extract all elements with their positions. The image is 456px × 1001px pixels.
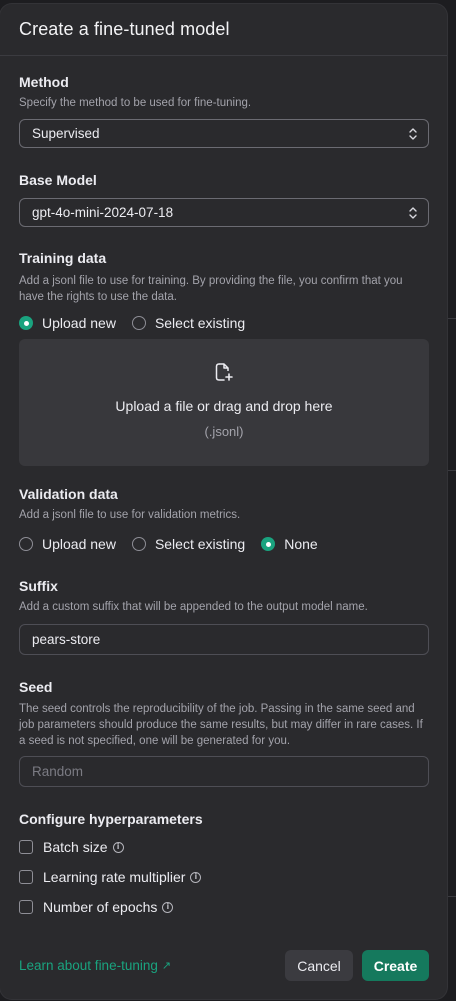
- dialog-title: Create a fine-tuned model: [19, 19, 230, 39]
- training-data-description: Add a jsonl file to use for training. By…: [19, 275, 403, 303]
- suffix-label: Suffix: [19, 578, 58, 594]
- add-file-icon: [215, 363, 233, 381]
- info-icon[interactable]: i: [162, 901, 174, 913]
- method-section: Method Specify the method to be used for…: [19, 74, 429, 148]
- dialog-header: Create a fine-tuned model: [0, 4, 447, 56]
- learning-rate-multiplier-option[interactable]: Learning rate multiplier i: [19, 869, 202, 885]
- seed-label: Seed: [19, 679, 53, 695]
- number-of-epochs-option[interactable]: Number of epochs i: [19, 899, 174, 915]
- base-model-select[interactable]: gpt-4o-mini-2024-07-18: [19, 198, 429, 227]
- radio-selected[interactable]: [261, 537, 276, 551]
- suffix-input[interactable]: pears-store: [19, 624, 429, 655]
- link-label: Learn about fine-tuning: [19, 958, 158, 973]
- training-select-existing-option[interactable]: Select existing: [131, 315, 246, 331]
- info-icon[interactable]: i: [190, 871, 202, 883]
- chevron-up-down-icon: [409, 207, 417, 219]
- option-label: Upload new: [42, 315, 116, 331]
- option-label: Number of epochs: [43, 899, 158, 915]
- base-model-section: Base Model gpt-4o-mini-2024-07-18: [19, 172, 429, 227]
- validation-select-existing-option[interactable]: Select existing: [131, 536, 246, 552]
- option-label: Select existing: [154, 536, 246, 552]
- option-label: Upload new: [42, 536, 116, 552]
- background-divider: [448, 470, 456, 471]
- seed-section: Seed The seed controls the reproducibili…: [19, 679, 429, 787]
- radio-unselected[interactable]: [131, 316, 146, 330]
- dropzone-text: Upload a file or drag and drop here: [115, 398, 333, 414]
- method-select-value: Supervised: [32, 126, 100, 141]
- info-icon[interactable]: i: [112, 841, 124, 853]
- checkbox[interactable]: [19, 900, 33, 914]
- option-label: Select existing: [154, 315, 246, 331]
- validation-data-section: Validation data Add a jsonl file to use …: [19, 486, 429, 552]
- training-data-options: Upload new Select existing: [19, 315, 261, 331]
- create-button[interactable]: Create: [362, 950, 429, 981]
- radio-unselected[interactable]: [19, 537, 33, 551]
- learn-about-fine-tuning-link[interactable]: Learn about fine-tuning ↗: [19, 958, 171, 973]
- cancel-button[interactable]: Cancel: [285, 950, 353, 981]
- base-model-label: Base Model: [19, 172, 97, 188]
- checkbox[interactable]: [19, 840, 33, 854]
- external-link-arrow-icon: ↗: [161, 960, 172, 972]
- checkbox[interactable]: [19, 870, 33, 884]
- validation-data-options: Upload new Select existing None: [19, 536, 334, 552]
- suffix-section: Suffix Add a custom suffix that will be …: [19, 578, 429, 655]
- option-label: Learning rate multiplier: [43, 869, 186, 885]
- validation-data-label: Validation data: [19, 486, 118, 502]
- validation-data-description: Add a jsonl file to use for validation m…: [19, 509, 241, 521]
- dropzone-file-type-hint: (.jsonl): [204, 424, 244, 439]
- method-description: Specify the method to be used for fine-t…: [19, 97, 252, 109]
- training-data-label: Training data: [19, 250, 107, 266]
- option-label: None: [284, 536, 318, 552]
- background-divider: [448, 896, 456, 897]
- hyperparameters-label: Configure hyperparameters: [19, 811, 203, 827]
- validation-upload-new-option[interactable]: Upload new: [19, 536, 116, 552]
- batch-size-option[interactable]: Batch size i: [19, 839, 124, 855]
- background-divider: [448, 318, 456, 319]
- training-data-section: Training data Add a jsonl file to use fo…: [19, 250, 429, 466]
- training-upload-new-option[interactable]: Upload new: [19, 315, 116, 331]
- radio-unselected[interactable]: [131, 537, 146, 551]
- seed-input[interactable]: Random: [19, 756, 429, 787]
- validation-none-option[interactable]: None: [261, 536, 318, 552]
- chevron-up-down-icon: [409, 128, 417, 140]
- base-model-select-value: gpt-4o-mini-2024-07-18: [32, 205, 174, 220]
- method-select[interactable]: Supervised: [19, 119, 429, 148]
- radio-selected[interactable]: [19, 316, 33, 330]
- training-file-dropzone[interactable]: Upload a file or drag and drop here (.js…: [19, 339, 429, 466]
- dialog-footer: Learn about fine-tuning ↗ Cancel Create: [19, 950, 429, 982]
- hyperparameters-section: Configure hyperparameters Batch size i L…: [19, 811, 429, 915]
- method-label: Method: [19, 74, 69, 90]
- option-label: Batch size: [43, 839, 108, 855]
- create-fine-tuned-model-dialog: Create a fine-tuned model Method Specify…: [0, 4, 447, 999]
- seed-description: The seed controls the reproducibility of…: [19, 703, 423, 747]
- suffix-description: Add a custom suffix that will be appende…: [19, 601, 368, 613]
